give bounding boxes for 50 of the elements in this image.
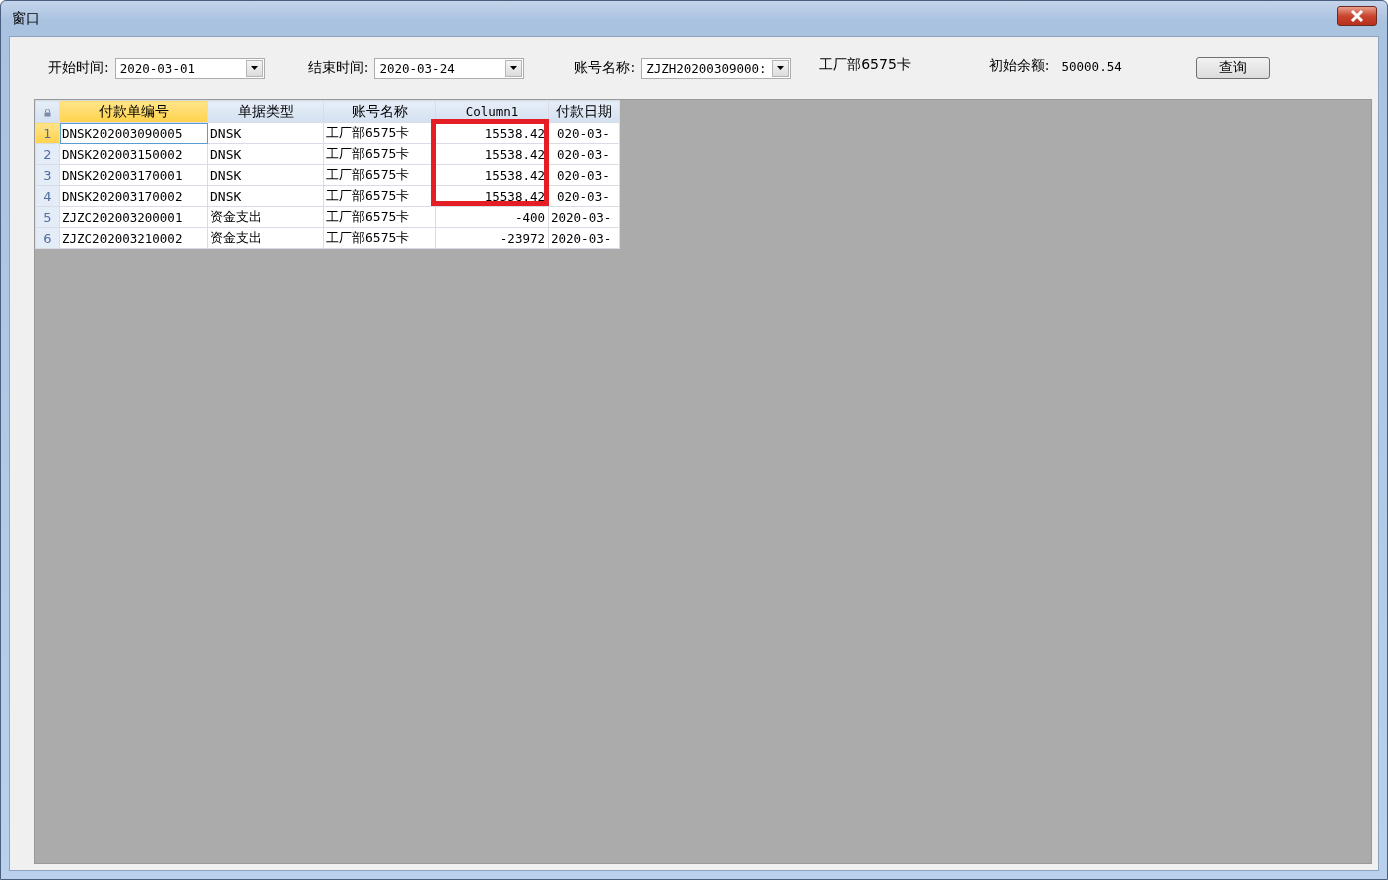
table-cell: DNSK <box>207 143 324 165</box>
table-cell: DNSK202003170002 <box>59 185 208 207</box>
table-cell: 2020-03- <box>548 206 620 228</box>
grid-corner[interactable] <box>35 100 60 123</box>
query-button[interactable]: 查询 <box>1195 57 1270 79</box>
table-cell: 资金支出 <box>207 227 324 249</box>
table-cell: -400 <box>435 206 549 228</box>
row-header[interactable]: 4 <box>35 185 60 207</box>
table-cell: ZJZC202003210002 <box>59 227 208 249</box>
row-header[interactable]: 5 <box>35 206 60 228</box>
table-cell: 工厂部6575卡 <box>323 206 436 228</box>
dropdown-arrow-icon <box>777 66 785 70</box>
table-cell: 020-03- <box>548 164 620 186</box>
table-cell: 工厂部6575卡 <box>323 227 436 249</box>
field-label: 初始余额: <box>988 57 1050 75</box>
field-label: 开始时间: <box>48 59 109 77</box>
date-picker[interactable]: 2020-03-24 <box>374 57 525 79</box>
column-header[interactable]: 付款单编号 <box>59 100 208 123</box>
table-cell: 020-03- <box>548 143 620 165</box>
column-header[interactable]: 账号名称 <box>323 100 436 123</box>
account-dropdown[interactable]: ZJZH20200309000: <box>641 57 792 79</box>
table-cell: DNSK <box>207 164 324 186</box>
table-cell: DNSK202003170001 <box>59 164 208 186</box>
window-title: 窗口 <box>12 9 40 28</box>
row-header[interactable]: 1 <box>35 122 60 144</box>
table-cell: 020-03- <box>548 185 620 207</box>
row-header[interactable]: 6 <box>35 227 60 249</box>
close-button[interactable] <box>1337 6 1377 26</box>
dropdown-arrow-icon <box>250 66 258 70</box>
close-icon <box>1350 10 1364 22</box>
value-text: 工厂部6575卡 <box>819 56 911 74</box>
table-cell: DNSK202003150002 <box>59 143 208 165</box>
column-header[interactable]: 付款日期 <box>548 100 620 123</box>
table-cell: 2020-03- <box>548 227 620 249</box>
table-cell: DNSK202003090005 <box>59 122 208 144</box>
table-cell: 资金支出 <box>207 206 324 228</box>
dropdown-arrow-icon <box>510 66 518 70</box>
value-text: 50000.54 <box>1061 58 1122 74</box>
table-cell: ZJZC202003200001 <box>59 206 208 228</box>
column-header[interactable]: 单据类型 <box>207 100 324 123</box>
table-cell: 020-03- <box>548 122 620 144</box>
table-cell: DNSK <box>207 185 324 207</box>
row-header[interactable]: 2 <box>35 143 60 165</box>
field-label: 结束时间: <box>307 59 369 77</box>
field-label: 账号名称: <box>574 59 636 77</box>
row-header[interactable]: 3 <box>35 164 60 186</box>
table-cell: -23972 <box>435 227 549 249</box>
table-cell: DNSK <box>207 122 324 144</box>
lock-icon <box>44 108 51 117</box>
date-picker[interactable]: 2020-03-01 <box>114 57 265 79</box>
